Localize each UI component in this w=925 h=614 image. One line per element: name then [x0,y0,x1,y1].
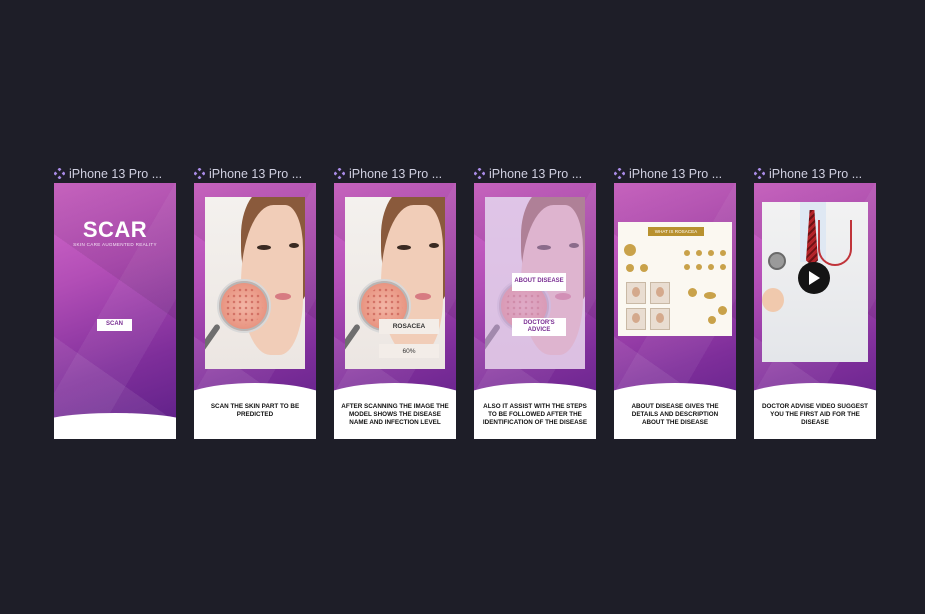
infection-level-label: 60% [379,344,439,358]
info-icon [708,264,714,270]
component-icon [754,168,765,179]
info-icon [708,250,714,256]
app-tagline: SKIN CARE AUGMENTED REALITY [73,242,157,247]
phone-screen: SCAR SKIN CARE AUGMENTED REALITY SCAN [54,183,176,439]
doctor-video[interactable] [762,202,868,362]
caption: DOCTOR ADVISE VIDEO SUGGEST YOU THE FIRS… [761,403,868,426]
frame-title[interactable]: iPhone 13 Pro ... [614,166,736,181]
frame-options: iPhone 13 Pro ... ABOUT DISEASE DOCTOR'S… [474,166,596,439]
frame-result: iPhone 13 Pro ... ROSACEA 60% AFTER SCAN… [334,166,456,439]
face-thumbnail [626,282,646,304]
skin-photo: ROSACEA 60% [345,197,445,369]
stethoscope-head [768,252,786,270]
magnifier-icon [217,279,271,333]
info-icon [704,292,716,299]
disease-name-label: ROSACEA [379,319,439,334]
app-logo: SCAR [82,217,148,242]
frame-title[interactable]: iPhone 13 Pro ... [474,166,596,181]
component-icon [614,168,625,179]
rosacea-infographic: WHAT IS ROSACEA [618,222,732,336]
phone-screen: WHAT IS ROSACEA ABOUT DISEASE GIVES THE … [614,183,736,439]
face-thumbnail [626,308,646,330]
frame-title-text: iPhone 13 Pro ... [349,166,443,181]
info-icon [626,264,634,272]
stethoscope [818,220,852,266]
frame-title-text: iPhone 13 Pro ... [769,166,863,181]
frame-scan: iPhone 13 Pro ... SCAN THE SKIN PART TO … [194,166,316,439]
frame-title[interactable]: iPhone 13 Pro ... [334,166,456,181]
phone-screen: ABOUT DISEASE DOCTOR'S ADVICE ALSO IT AS… [474,183,596,439]
component-icon [474,168,485,179]
info-icon [696,250,702,256]
info-icon [720,250,726,256]
face-thumbnail [650,308,670,330]
frame-title[interactable]: iPhone 13 Pro ... [754,166,876,181]
frame-title-text: iPhone 13 Pro ... [69,166,163,181]
info-icon [708,316,716,324]
info-icon [684,264,690,270]
info-icon [684,250,690,256]
info-icon [640,264,648,272]
magnifier-handle [345,323,362,363]
infographic-title: WHAT IS ROSACEA [648,227,704,236]
info-icon [720,264,726,270]
about-disease-button[interactable]: ABOUT DISEASE [512,273,566,291]
caption: ALSO IT ASSIST WITH THE STEPS TO BE FOLL… [482,403,588,426]
hand [762,288,784,312]
component-icon [334,168,345,179]
frame-title[interactable]: iPhone 13 Pro ... [194,166,316,181]
component-icon [194,168,205,179]
caption: ABOUT DISEASE GIVES THE DETAILS AND DESC… [631,403,719,426]
lips [275,293,291,300]
bottom-card [54,413,176,439]
info-icon [688,288,697,297]
phone-screen: DOCTOR ADVISE VIDEO SUGGEST YOU THE FIRS… [754,183,876,439]
caption: AFTER SCANNING THE IMAGE THE MODEL SHOWS… [341,403,449,426]
frame-doctor-video: iPhone 13 Pro ... DOCTOR ADVISE VIDEO SU… [754,166,876,439]
skin-photo [205,197,305,369]
frame-title[interactable]: iPhone 13 Pro ... [54,166,176,181]
info-icon [696,264,702,270]
eye [257,245,271,250]
doctors-advice-button[interactable]: DOCTOR'S ADVICE [512,318,566,336]
frame-about: iPhone 13 Pro ... WHAT IS ROSACEA ABOUT … [614,166,736,439]
frame-splash: iPhone 13 Pro ... SCAR SKIN CARE AUGMENT… [54,166,176,439]
info-icon [718,306,727,315]
play-icon[interactable] [798,262,830,294]
frame-title-text: iPhone 13 Pro ... [629,166,723,181]
eye [429,243,439,248]
eye [289,243,299,248]
frame-title-text: iPhone 13 Pro ... [209,166,303,181]
skin-photo: ABOUT DISEASE DOCTOR'S ADVICE [485,197,585,369]
magnifier-handle [205,323,222,363]
face-thumbnail [650,282,670,304]
caption: SCAN THE SKIN PART TO BE PREDICTED [210,403,300,418]
frame-title-text: iPhone 13 Pro ... [489,166,583,181]
info-icon [624,244,636,256]
scan-button[interactable]: SCAN [97,319,132,331]
component-icon [54,168,65,179]
phone-screen: SCAN THE SKIN PART TO BE PREDICTED [194,183,316,439]
lips [415,293,431,300]
phone-screen: ROSACEA 60% AFTER SCANNING THE IMAGE THE… [334,183,456,439]
eye [397,245,411,250]
